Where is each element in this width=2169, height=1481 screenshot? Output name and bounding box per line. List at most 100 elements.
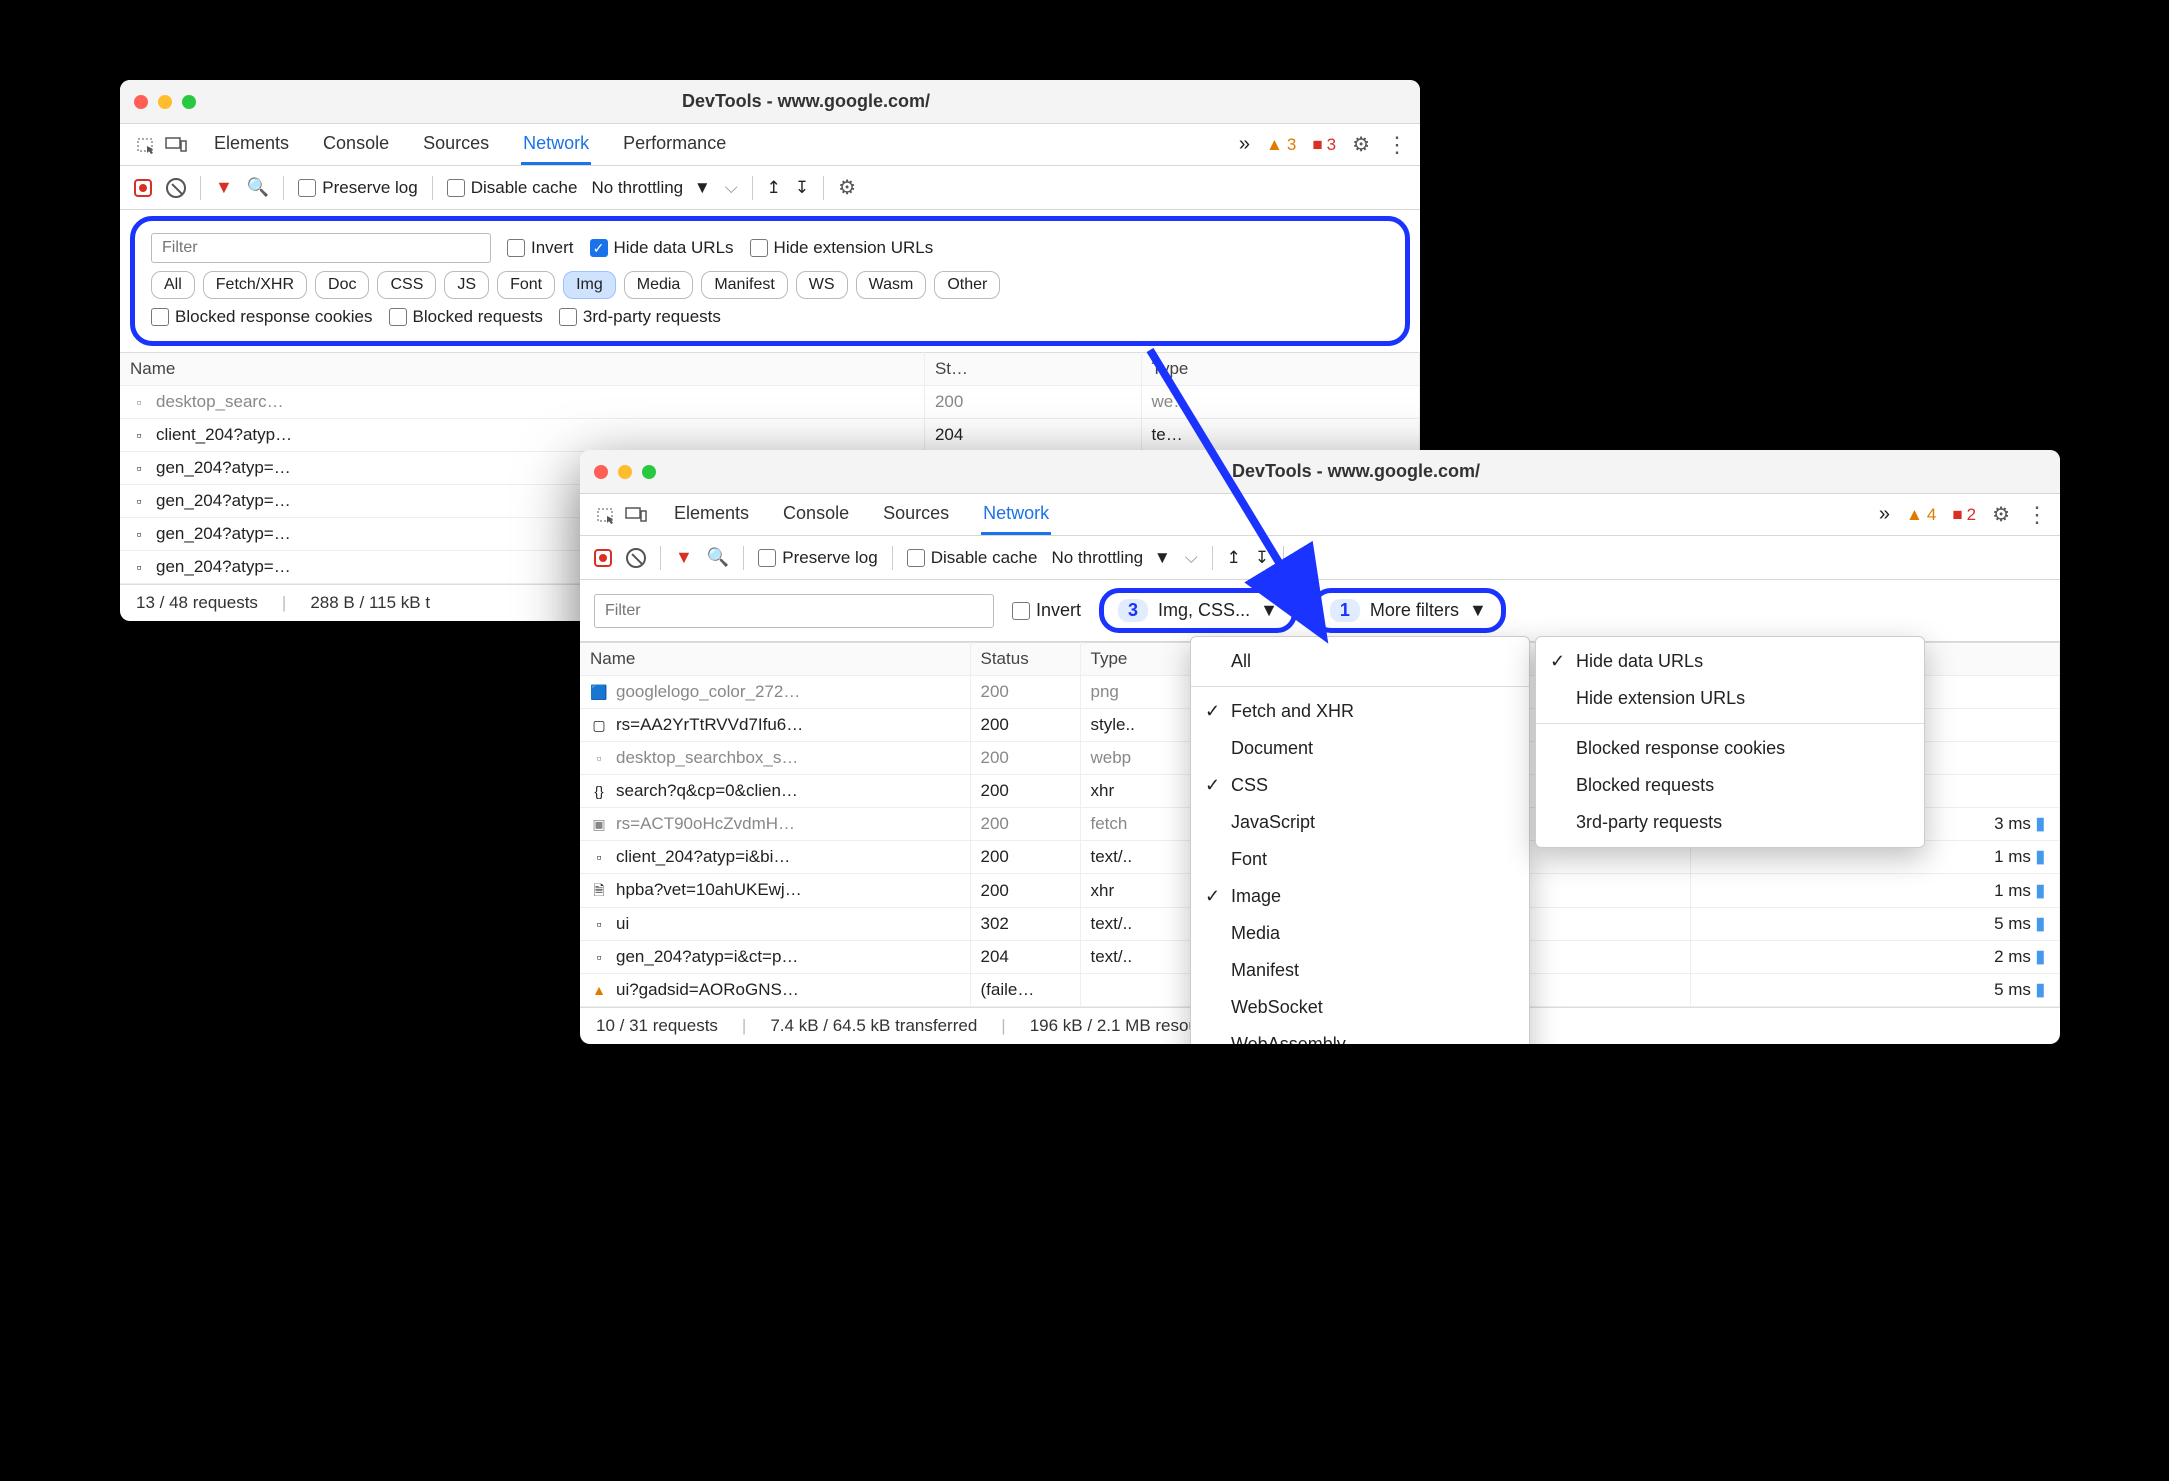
zoom-icon[interactable]	[182, 95, 196, 109]
upload-har-icon[interactable]: ↥	[1227, 548, 1241, 568]
more-filter-option[interactable]: Hide data URLs	[1536, 643, 1924, 680]
more-filters-menu[interactable]: Hide data URLsHide extension URLs Blocked…	[1535, 636, 1925, 848]
table-row[interactable]: ▫client_204?atyp… 204 te…	[120, 419, 1420, 452]
titlebar[interactable]: DevTools - www.google.com/	[120, 80, 1420, 124]
minimize-icon[interactable]	[618, 465, 632, 479]
record-icon[interactable]	[594, 549, 612, 567]
record-icon[interactable]	[134, 179, 152, 197]
kebab-icon[interactable]: ⋮	[2026, 502, 2046, 528]
filter-chip-css[interactable]: CSS	[377, 271, 436, 299]
type-filter-option[interactable]: Manifest	[1191, 952, 1529, 989]
close-icon[interactable]	[134, 95, 148, 109]
search-icon[interactable]: 🔍	[247, 177, 269, 198]
more-filter-option[interactable]: Hide extension URLs	[1536, 680, 1924, 717]
third-party-checkbox[interactable]: 3rd-party requests	[559, 307, 721, 327]
col-status[interactable]: Status	[970, 643, 1080, 676]
type-filter-option[interactable]: Document	[1191, 730, 1529, 767]
type-filter-option[interactable]: WebAssembly	[1191, 1026, 1529, 1044]
warnings-badge[interactable]: ▲ 3	[1266, 135, 1296, 155]
download-har-icon[interactable]: ↧	[1255, 548, 1269, 568]
filter-chip-ws[interactable]: WS	[796, 271, 848, 299]
gear-icon[interactable]: ⚙	[1992, 502, 2010, 527]
network-settings-icon[interactable]: ⚙	[1298, 545, 1316, 570]
clear-icon[interactable]	[166, 178, 186, 198]
type-filter-menu[interactable]: All Fetch and XHRDocumentCSSJavaScriptFon…	[1190, 636, 1530, 1044]
filter-chip-other[interactable]: Other	[934, 271, 1000, 299]
blocked-requests-checkbox[interactable]: Blocked requests	[389, 307, 543, 327]
invert-checkbox[interactable]: Invert	[1012, 600, 1081, 621]
warnings-badge[interactable]: ▲ 4	[1906, 505, 1936, 525]
filter-chip-media[interactable]: Media	[624, 271, 694, 299]
inspect-icon[interactable]	[134, 133, 158, 157]
filter-chip-img[interactable]: Img	[563, 271, 616, 299]
more-filter-option[interactable]: Blocked requests	[1536, 767, 1924, 804]
disable-cache-checkbox[interactable]: Disable cache	[907, 548, 1038, 568]
preserve-log-checkbox[interactable]: Preserve log	[298, 178, 417, 198]
filter-icon[interactable]: ▼	[215, 177, 233, 198]
filter-chip-all[interactable]: All	[151, 271, 195, 299]
tab-console[interactable]: Console	[321, 125, 391, 165]
zoom-icon[interactable]	[642, 465, 656, 479]
upload-har-icon[interactable]: ↥	[767, 178, 781, 198]
type-filter-option[interactable]: Media	[1191, 915, 1529, 952]
col-type[interactable]: Type	[1080, 643, 1190, 676]
type-filter-option[interactable]: Font	[1191, 841, 1529, 878]
device-icon[interactable]	[624, 503, 648, 527]
tab-network[interactable]: Network	[981, 495, 1051, 535]
filter-chip-doc[interactable]: Doc	[315, 271, 369, 299]
hide-extension-urls-checkbox[interactable]: Hide extension URLs	[750, 238, 934, 258]
col-type[interactable]: Type	[1141, 353, 1419, 386]
more-filter-option[interactable]: Blocked response cookies	[1536, 730, 1924, 767]
request-type-dropdown[interactable]: 3 Img, CSS... ▼	[1099, 588, 1297, 633]
tab-performance[interactable]: Performance	[621, 125, 728, 165]
tab-network[interactable]: Network	[521, 125, 591, 165]
more-filter-option[interactable]: 3rd-party requests	[1536, 804, 1924, 841]
col-name[interactable]: Name	[120, 353, 924, 386]
type-filter-option[interactable]: WebSocket	[1191, 989, 1529, 1026]
traffic-lights[interactable]	[134, 95, 196, 109]
blocked-cookies-checkbox[interactable]: Blocked response cookies	[151, 307, 373, 327]
tab-sources[interactable]: Sources	[881, 495, 951, 535]
filter-chip-manifest[interactable]: Manifest	[701, 271, 787, 299]
minimize-icon[interactable]	[158, 95, 172, 109]
tab-elements[interactable]: Elements	[672, 495, 751, 535]
kebab-icon[interactable]: ⋮	[1386, 132, 1406, 158]
filter-input[interactable]	[594, 594, 994, 628]
preserve-log-checkbox[interactable]: Preserve log	[758, 548, 877, 568]
type-filter-option[interactable]: JavaScript	[1191, 804, 1529, 841]
tab-console[interactable]: Console	[781, 495, 851, 535]
errors-badge[interactable]: ■ 3	[1312, 135, 1336, 155]
titlebar[interactable]: DevTools - www.google.com/	[580, 450, 2060, 494]
tab-elements[interactable]: Elements	[212, 125, 291, 165]
throttling-select[interactable]: No throttling ▼	[591, 178, 710, 198]
wifi-icon[interactable]: ⌵	[725, 178, 738, 198]
traffic-lights[interactable]	[594, 465, 656, 479]
filter-chip-font[interactable]: Font	[497, 271, 555, 299]
filter-icon[interactable]: ▼	[675, 547, 693, 568]
hide-data-urls-checkbox[interactable]: Hide data URLs	[590, 238, 734, 258]
filter-chip-js[interactable]: JS	[444, 271, 489, 299]
col-name[interactable]: Name	[580, 643, 970, 676]
filter-chip-wasm[interactable]: Wasm	[856, 271, 927, 299]
type-filter-option[interactable]: Fetch and XHR	[1191, 693, 1529, 730]
table-row[interactable]: ▫desktop_searc… 200 we…	[120, 386, 1420, 419]
tab-sources[interactable]: Sources	[421, 125, 491, 165]
gear-icon[interactable]: ⚙	[1352, 132, 1370, 157]
type-filter-option[interactable]: CSS	[1191, 767, 1529, 804]
more-filters-dropdown[interactable]: 1 More filters ▼	[1311, 588, 1506, 633]
device-icon[interactable]	[164, 133, 188, 157]
type-filter-option[interactable]: Image	[1191, 878, 1529, 915]
invert-checkbox[interactable]: Invert	[507, 238, 574, 258]
network-settings-icon[interactable]: ⚙	[838, 175, 856, 200]
download-har-icon[interactable]: ↧	[795, 178, 809, 198]
col-status[interactable]: St…	[924, 353, 1141, 386]
filter-chip-fetch[interactable]: Fetch/XHR	[203, 271, 307, 299]
clear-icon[interactable]	[626, 548, 646, 568]
throttling-select[interactable]: No throttling ▼	[1051, 548, 1170, 568]
search-icon[interactable]: 🔍	[707, 547, 729, 568]
tabs-overflow[interactable]: »	[1879, 503, 1890, 526]
errors-badge[interactable]: ■ 2	[1952, 505, 1976, 525]
inspect-icon[interactable]	[594, 503, 618, 527]
type-filter-option[interactable]: All	[1191, 643, 1529, 680]
filter-input[interactable]	[151, 233, 491, 263]
